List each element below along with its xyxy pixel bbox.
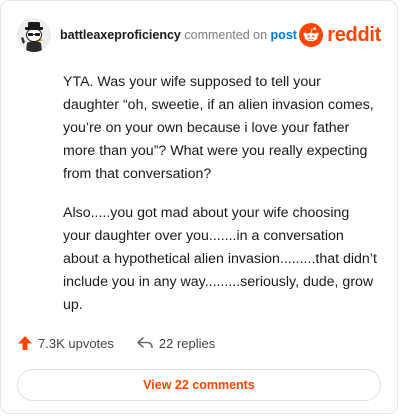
comment-stats: 7.3K upvotes 22 replies — [17, 333, 215, 353]
comment-meta: battleaxeproficiency commented on post — [60, 28, 297, 42]
replies-button[interactable]: 22 replies — [136, 335, 215, 351]
user-avatar[interactable] — [17, 18, 51, 52]
snoo-avatar-icon — [17, 18, 51, 52]
username[interactable]: battleaxeproficiency — [60, 28, 181, 42]
comment-paragraph: Also.....you got mad about your wife cho… — [63, 205, 377, 313]
action-text: commented on — [184, 28, 268, 42]
reddit-wordmark: reddit — [327, 23, 381, 46]
upvote-count: 7.3K upvotes — [38, 335, 114, 351]
reddit-brand[interactable]: reddit — [299, 23, 381, 47]
view-comments-button[interactable]: View 22 comments — [17, 369, 381, 401]
upvote-arrow-icon — [18, 336, 32, 350]
comment-body: YTA. Was your wife supposed to tell your… — [63, 71, 377, 333]
upvote-button[interactable]: 7.3K upvotes — [17, 335, 114, 351]
comment-card: battleaxeproficiency commented on post r… — [0, 0, 398, 414]
post-link[interactable]: post — [271, 28, 297, 42]
comment-header: battleaxeproficiency commented on post r… — [17, 17, 381, 53]
reddit-logo-icon — [299, 23, 324, 47]
reply-count: 22 replies — [158, 335, 216, 351]
reply-arrow-icon — [137, 337, 153, 349]
comment-paragraph: YTA. Was your wife supposed to tell your… — [63, 74, 374, 182]
